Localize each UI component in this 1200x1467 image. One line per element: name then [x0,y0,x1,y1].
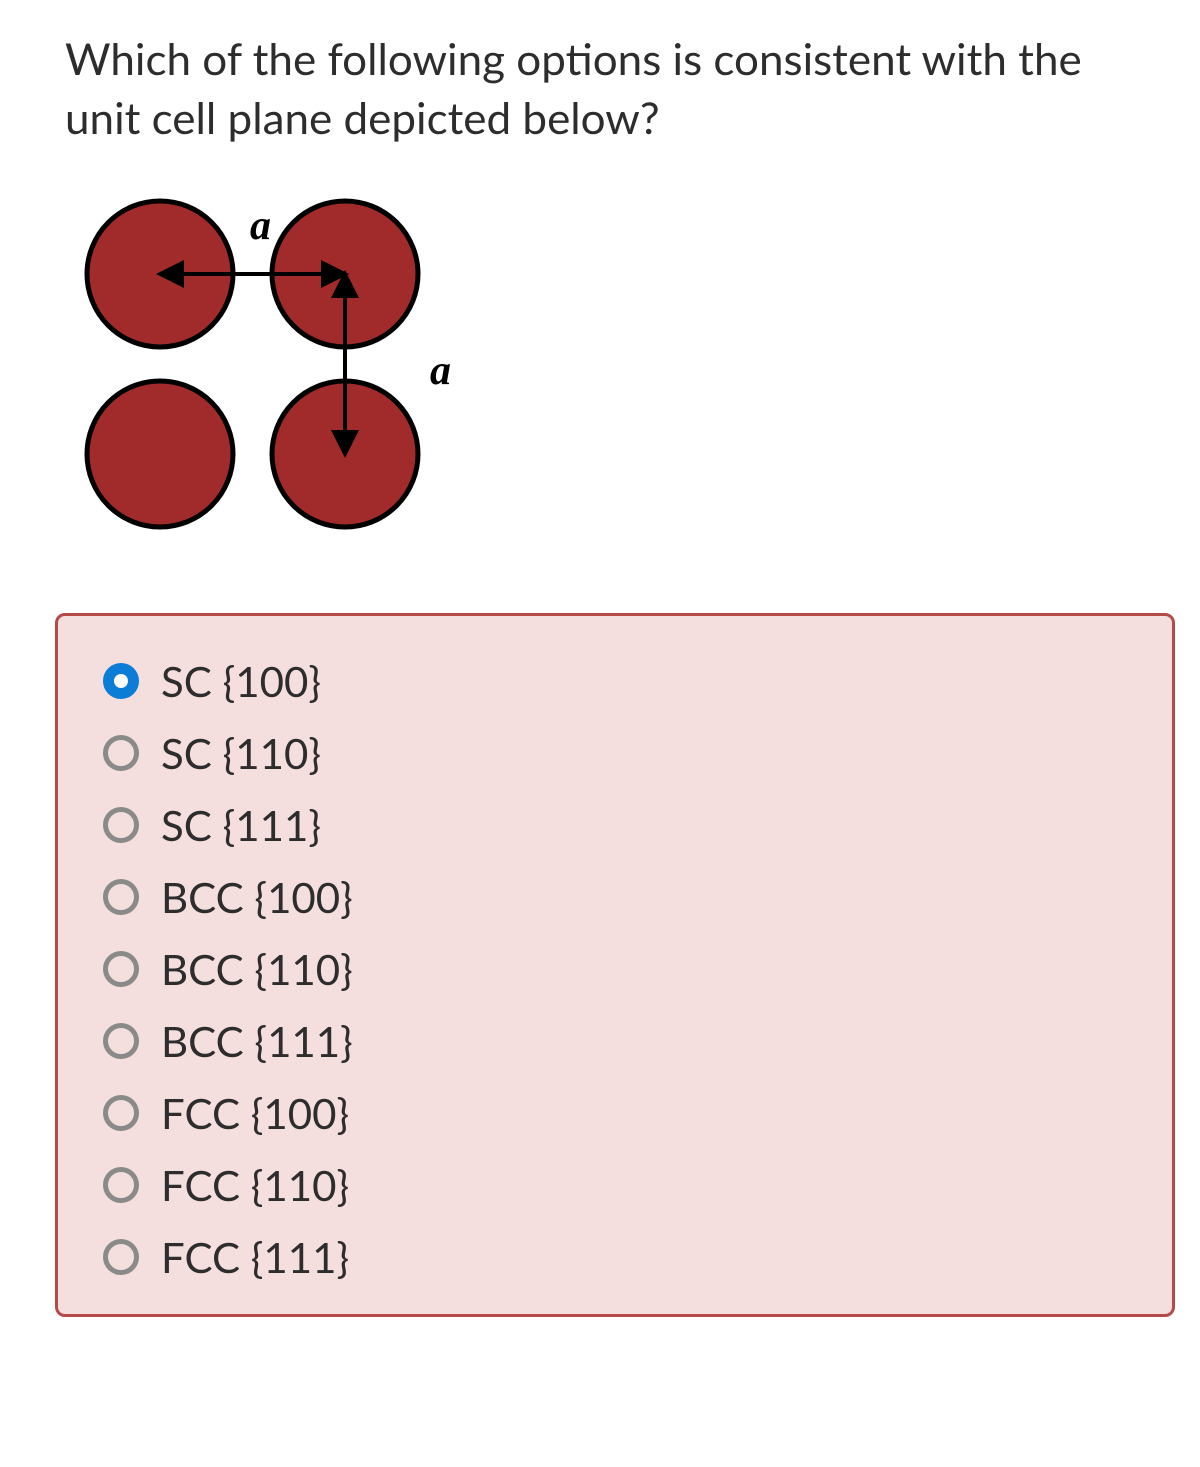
radio-icon [103,1095,139,1131]
radio-icon [103,1023,139,1059]
radio-icon [103,879,139,915]
option-label: SC {110} [161,728,321,778]
option-label: BCC {110} [161,944,353,994]
option-label: BCC {111} [161,1016,353,1066]
label-a-right: a [430,348,451,394]
option-label: BCC {100} [161,872,353,922]
question-container: Which of the following options is consis… [0,0,1200,543]
option-fcc-111[interactable]: FCC {111} [103,1232,1127,1282]
option-label: FCC {111} [161,1232,349,1282]
option-fcc-100[interactable]: FCC {100} [103,1088,1127,1138]
option-sc-111[interactable]: SC {111} [103,800,1127,850]
radio-icon [103,663,139,699]
radio-icon [103,1167,139,1203]
radio-icon [103,735,139,771]
option-label: FCC {110} [161,1160,349,1210]
option-bcc-100[interactable]: BCC {100} [103,872,1127,922]
radio-icon [103,951,139,987]
option-label: FCC {100} [161,1088,349,1138]
question-text: Which of the following options is consis… [65,30,1145,149]
option-sc-100[interactable]: SC {100} [103,656,1127,706]
option-bcc-111[interactable]: BCC {111} [103,1016,1127,1066]
radio-icon [103,1239,139,1275]
option-label: SC {111} [161,800,321,850]
option-fcc-110[interactable]: FCC {110} [103,1160,1127,1210]
option-sc-110[interactable]: SC {110} [103,728,1127,778]
radio-icon [103,807,139,843]
answer-options-panel: SC {100} SC {110} SC {111} BCC {100} BCC… [55,613,1175,1317]
option-label: SC {100} [161,656,321,706]
label-a-top: a [250,203,271,249]
option-bcc-110[interactable]: BCC {110} [103,944,1127,994]
unit-cell-diagram: a a [75,189,1145,543]
